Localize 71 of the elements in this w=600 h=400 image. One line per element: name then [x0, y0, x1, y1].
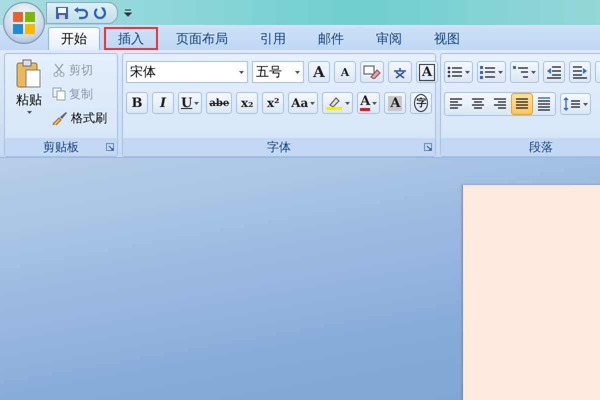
bullets-button[interactable] [444, 61, 473, 83]
clipboard-icon [16, 59, 42, 89]
ribbon-tab[interactable]: 审阅 [362, 27, 416, 50]
center-icon [471, 97, 485, 111]
caret-icon [498, 70, 503, 74]
clear-button[interactable] [360, 61, 384, 83]
sup-button[interactable]: x² [262, 92, 284, 114]
caret-icon [26, 111, 32, 114]
copy-icon [52, 87, 66, 101]
underline-button[interactable]: U [178, 92, 202, 114]
italic-button[interactable]: I [152, 92, 174, 114]
ribbon-tab[interactable]: 插入 [104, 27, 158, 50]
numbering-button[interactable] [477, 61, 506, 83]
highlight-icon [325, 96, 344, 110]
sub-button[interactable]: x₂ [236, 92, 258, 114]
ribbon-tab[interactable]: 页面布局 [162, 27, 242, 50]
bullets-icon [447, 65, 463, 79]
justify-button[interactable] [511, 93, 533, 115]
left-icon [449, 97, 463, 111]
border-button[interactable]: A [416, 61, 438, 83]
brush-icon [52, 111, 68, 125]
distribute-icon [537, 97, 551, 111]
grow-button[interactable]: A [308, 61, 330, 83]
dialog-launcher-icon[interactable] [106, 143, 114, 151]
right-icon [493, 97, 507, 111]
caret-icon [345, 102, 350, 104]
ribbon-tab[interactable]: 视图 [420, 27, 474, 50]
font-name-field[interactable]: 宋体 [126, 61, 248, 83]
painter-button[interactable]: 格式刷 [50, 107, 109, 129]
highlight-button[interactable] [322, 92, 354, 114]
ribbon-tab[interactable]: 引用 [246, 27, 300, 50]
enclose-button[interactable]: 字 [410, 92, 432, 114]
dialog-launcher-icon[interactable] [424, 143, 432, 151]
indent-button[interactable] [569, 61, 591, 83]
caret-icon [583, 102, 588, 106]
group-label: 剪贴板 [43, 138, 79, 156]
outdent-button[interactable] [543, 61, 565, 83]
ribbon-tab[interactable]: 开始 [48, 27, 100, 50]
font-size-field[interactable]: 五号 [252, 61, 304, 83]
customize-toolbar-icon[interactable] [124, 8, 132, 16]
office-logo-icon [12, 11, 36, 35]
redo-icon[interactable] [93, 6, 107, 20]
caret-icon [372, 102, 378, 104]
indent-icon [572, 65, 588, 79]
caret-icon [310, 102, 316, 104]
color-button[interactable]: A [357, 92, 380, 114]
shrink-button[interactable]: A [334, 61, 356, 83]
strike-button[interactable]: abe [206, 92, 232, 114]
outdent-icon [546, 65, 562, 79]
group-label: 字体 [267, 138, 291, 156]
undo-icon[interactable] [73, 6, 89, 20]
save-icon[interactable] [55, 6, 69, 20]
caret-icon [239, 70, 244, 74]
caret-icon [295, 70, 300, 74]
justify-icon [515, 97, 529, 111]
line-spacing-button[interactable] [560, 93, 591, 115]
group-label: 段落 [529, 138, 553, 156]
ribbon-tab[interactable]: 邮件 [304, 27, 358, 50]
linespacing-icon [563, 97, 581, 111]
phonetic-button[interactable] [388, 61, 412, 83]
caret-icon [194, 102, 200, 104]
numbering-icon [480, 65, 496, 79]
bold-button[interactable]: B [126, 92, 148, 114]
caret-icon [465, 70, 470, 74]
scissors-icon [52, 63, 66, 77]
case-button[interactable]: Aa [288, 92, 318, 114]
multilevel-icon [513, 65, 529, 79]
caret-icon [531, 70, 536, 74]
multilevel-button[interactable] [510, 61, 539, 83]
paste-button[interactable]: 粘贴 [8, 57, 50, 135]
shade-button[interactable]: A [384, 92, 406, 114]
